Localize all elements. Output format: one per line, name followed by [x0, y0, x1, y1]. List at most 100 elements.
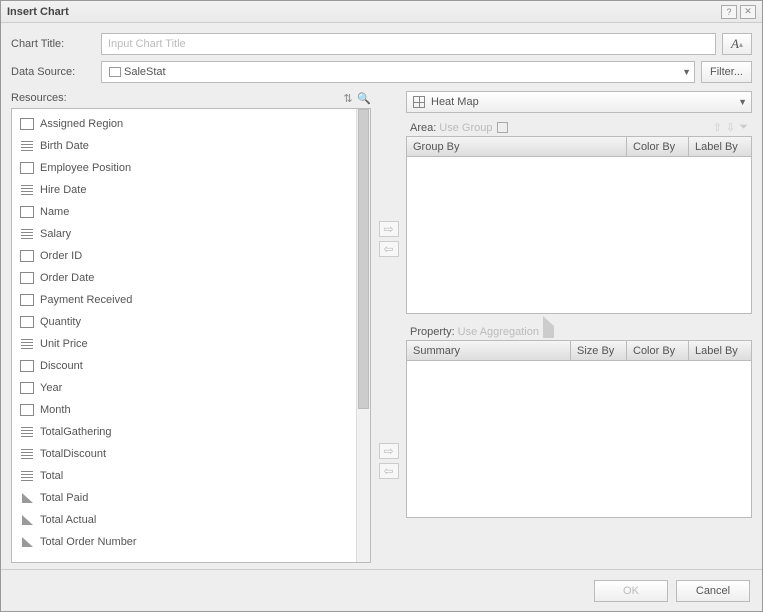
- resource-item[interactable]: TotalDiscount: [12, 443, 356, 465]
- measure-icon: [20, 536, 34, 548]
- filter-icon[interactable]: ⏷: [739, 121, 748, 134]
- list-icon: [20, 448, 34, 460]
- resource-item[interactable]: Total Actual: [12, 509, 356, 531]
- resource-item[interactable]: Total Order Number: [12, 531, 356, 553]
- area-grid-body[interactable]: [407, 157, 751, 313]
- resource-item[interactable]: Assigned Region: [12, 113, 356, 135]
- resource-item[interactable]: Name: [12, 201, 356, 223]
- resource-label: Total: [40, 470, 63, 482]
- resource-item[interactable]: Employee Position: [12, 157, 356, 179]
- resource-item[interactable]: Hire Date: [12, 179, 356, 201]
- scrollbar[interactable]: [356, 109, 370, 562]
- resource-label: Year: [40, 382, 62, 394]
- list-icon: [20, 184, 34, 196]
- field-icon: [20, 250, 34, 262]
- ok-button[interactable]: OK: [594, 580, 668, 602]
- resources-label: Resources:: [11, 92, 67, 104]
- font-style-button[interactable]: A▴: [722, 33, 752, 55]
- col-color-by[interactable]: Color By: [627, 137, 689, 156]
- chart-type-select[interactable]: Heat Map ▼: [406, 91, 752, 113]
- resource-item[interactable]: TotalGathering: [12, 421, 356, 443]
- chart-type-value: Heat Map: [431, 96, 479, 108]
- resource-label: TotalDiscount: [40, 448, 106, 460]
- resource-item[interactable]: Salary: [12, 223, 356, 245]
- resource-label: Month: [40, 404, 71, 416]
- resource-item[interactable]: Total: [12, 465, 356, 487]
- field-icon: [20, 316, 34, 328]
- property-grid-body[interactable]: [407, 361, 751, 517]
- move-up-icon[interactable]: ⇧: [713, 121, 722, 134]
- filter-button[interactable]: Filter...: [701, 61, 752, 83]
- resource-item[interactable]: Year: [12, 377, 356, 399]
- resource-item[interactable]: Discount: [12, 355, 356, 377]
- resource-label: Quantity: [40, 316, 81, 328]
- col-summary[interactable]: Summary: [407, 341, 571, 360]
- close-button[interactable]: ✕: [740, 5, 756, 19]
- resource-label: Discount: [40, 360, 83, 372]
- measure-icon: [20, 514, 34, 526]
- list-icon: [20, 426, 34, 438]
- move-right-button[interactable]: ⇨: [379, 221, 399, 237]
- chart-title-input[interactable]: [101, 33, 716, 55]
- search-icon[interactable]: 🔍: [357, 91, 371, 105]
- aggregation-icon: [543, 326, 554, 338]
- resource-item[interactable]: Birth Date: [12, 135, 356, 157]
- resource-label: Total Order Number: [40, 536, 137, 548]
- list-icon: [20, 140, 34, 152]
- scrollbar-thumb[interactable]: [358, 109, 369, 409]
- resource-item[interactable]: Month: [12, 399, 356, 421]
- field-icon: [20, 294, 34, 306]
- resource-label: TotalGathering: [40, 426, 112, 438]
- resource-item[interactable]: Order ID: [12, 245, 356, 267]
- use-group-label: Use Group: [439, 122, 492, 134]
- area-label: Area:: [410, 122, 436, 134]
- data-source-label: Data Source:: [11, 66, 101, 78]
- col-group-by[interactable]: Group By: [407, 137, 627, 156]
- use-aggregation-label: Use Aggregation: [458, 326, 539, 338]
- window-title: Insert Chart: [7, 6, 69, 18]
- resource-label: Total Actual: [40, 514, 96, 526]
- field-icon: [20, 118, 34, 130]
- resource-label: Birth Date: [40, 140, 89, 152]
- data-source-input[interactable]: [101, 61, 695, 83]
- resource-label: Total Paid: [40, 492, 88, 504]
- resource-label: Employee Position: [40, 162, 131, 174]
- resource-item[interactable]: Total Paid: [12, 487, 356, 509]
- col-size-by[interactable]: Size By: [571, 341, 627, 360]
- resource-label: Hire Date: [40, 184, 86, 196]
- resource-label: Assigned Region: [40, 118, 123, 130]
- move-left-button-2[interactable]: ⇦: [379, 463, 399, 479]
- resource-label: Order Date: [40, 272, 94, 284]
- move-left-button[interactable]: ⇦: [379, 241, 399, 257]
- resource-label: Payment Received: [40, 294, 132, 306]
- help-button[interactable]: ?: [721, 5, 737, 19]
- resource-label: Salary: [40, 228, 71, 240]
- field-icon: [20, 404, 34, 416]
- col-color-by-2[interactable]: Color By: [627, 341, 689, 360]
- resource-label: Order ID: [40, 250, 82, 262]
- resource-item[interactable]: Payment Received: [12, 289, 356, 311]
- field-icon: [20, 272, 34, 284]
- resource-item[interactable]: Quantity: [12, 311, 356, 333]
- resource-item[interactable]: Unit Price: [12, 333, 356, 355]
- move-right-button-2[interactable]: ⇨: [379, 443, 399, 459]
- area-grid: Group By Color By Label By: [406, 136, 752, 314]
- col-label-by-2[interactable]: Label By: [689, 341, 751, 360]
- resource-item[interactable]: Order Date: [12, 267, 356, 289]
- cancel-button[interactable]: Cancel: [676, 580, 750, 602]
- list-icon: [20, 228, 34, 240]
- field-icon: [20, 162, 34, 174]
- field-icon: [20, 206, 34, 218]
- move-down-icon[interactable]: ⇩: [726, 121, 735, 134]
- field-icon: [20, 360, 34, 372]
- chart-title-label: Chart Title:: [11, 38, 101, 50]
- datasource-icon: [109, 67, 121, 77]
- title-bar: Insert Chart ? ✕: [1, 1, 762, 23]
- use-group-checkbox[interactable]: [497, 122, 508, 133]
- resource-label: Unit Price: [40, 338, 88, 350]
- resource-label: Name: [40, 206, 69, 218]
- measure-icon: [20, 492, 34, 504]
- col-label-by[interactable]: Label By: [689, 137, 751, 156]
- sort-icon[interactable]: ⇅: [341, 91, 355, 105]
- heatmap-icon: [413, 96, 425, 108]
